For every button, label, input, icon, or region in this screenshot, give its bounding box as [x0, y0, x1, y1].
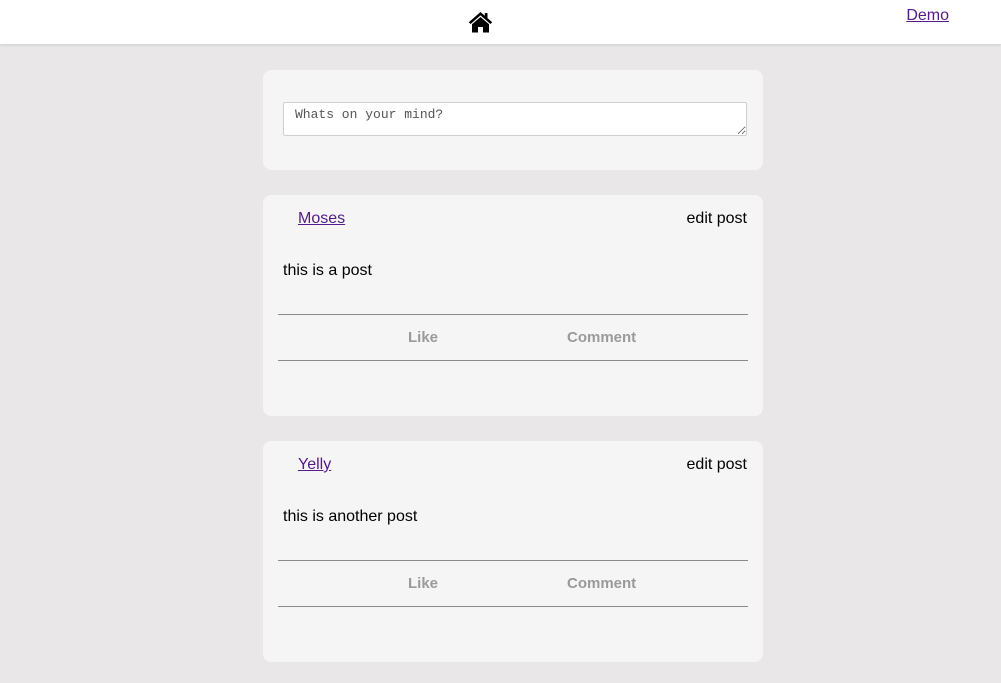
- user-profile-link[interactable]: Demo: [906, 7, 949, 25]
- comment-button[interactable]: Comment: [567, 329, 636, 346]
- post-actions: Like Comment: [278, 314, 748, 361]
- like-button[interactable]: Like: [408, 329, 438, 346]
- comment-button[interactable]: Comment: [567, 575, 636, 592]
- post-text: this is another post: [283, 508, 418, 525]
- edit-post-button[interactable]: edit post: [687, 210, 747, 228]
- post-text: this is a post: [283, 262, 372, 279]
- post-input[interactable]: [283, 102, 747, 136]
- like-button[interactable]: Like: [408, 575, 438, 592]
- post-author-link[interactable]: Yelly: [298, 456, 331, 474]
- post-card: Yelly edit post this is another post Lik…: [263, 441, 763, 662]
- top-nav: Demo: [0, 0, 1001, 44]
- home-icon[interactable]: [468, 11, 493, 33]
- post-actions: Like Comment: [278, 560, 748, 607]
- composer-card: [263, 70, 763, 170]
- post-card: Moses edit post this is a post Like Comm…: [263, 195, 763, 416]
- post-author-link[interactable]: Moses: [298, 210, 345, 228]
- edit-post-button[interactable]: edit post: [687, 456, 747, 474]
